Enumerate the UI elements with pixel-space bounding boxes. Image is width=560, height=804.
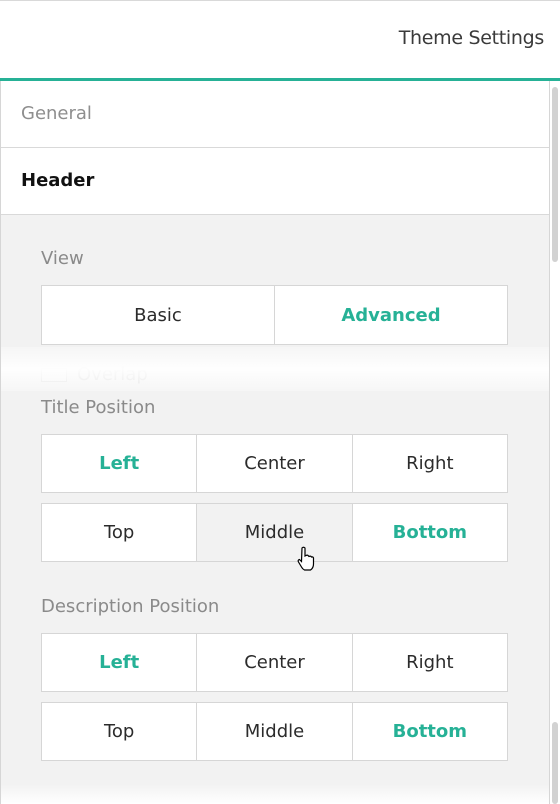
fade-overlay — [1, 347, 549, 391]
title-option-top[interactable]: Top — [42, 504, 196, 561]
tab-header[interactable]: Header — [1, 148, 549, 215]
title-option-bottom[interactable]: Bottom — [351, 504, 507, 561]
description-option-right[interactable]: Right — [351, 634, 507, 691]
tab-general[interactable]: General — [1, 81, 549, 148]
description-option-middle[interactable]: Middle — [196, 703, 351, 760]
bottom-fade — [1, 784, 549, 804]
page-title: Theme Settings — [398, 27, 545, 49]
title-horizontal-selector: Left Center Right — [41, 434, 508, 493]
view-selector: Basic Advanced — [41, 285, 508, 345]
view-option-basic[interactable]: Basic — [42, 286, 274, 344]
description-position-label: Description Position — [41, 596, 220, 617]
title-option-middle[interactable]: Middle — [196, 504, 352, 561]
hand-cursor-icon — [297, 546, 315, 571]
description-option-center[interactable]: Center — [196, 634, 351, 691]
scrollbar-thumb[interactable] — [552, 87, 558, 262]
title-position-label: Title Position — [41, 397, 156, 418]
top-bar: Theme Settings — [0, 0, 560, 81]
scrollbar-thumb-lower[interactable] — [552, 722, 558, 804]
description-horizontal-selector: Left Center Right — [41, 633, 508, 692]
title-vertical-selector: Top Middle Bottom — [41, 503, 508, 562]
view-option-advanced[interactable]: Advanced — [274, 286, 507, 344]
description-option-top[interactable]: Top — [42, 703, 196, 760]
description-vertical-selector: Top Middle Bottom — [41, 702, 508, 761]
view-label: View — [41, 248, 84, 269]
settings-panel: General Header View Basic Advanced Overl… — [0, 81, 550, 804]
description-option-bottom[interactable]: Bottom — [351, 703, 507, 760]
description-option-left[interactable]: Left — [42, 634, 196, 691]
title-option-right[interactable]: Right — [351, 435, 507, 492]
title-option-center[interactable]: Center — [196, 435, 351, 492]
title-option-left[interactable]: Left — [42, 435, 196, 492]
